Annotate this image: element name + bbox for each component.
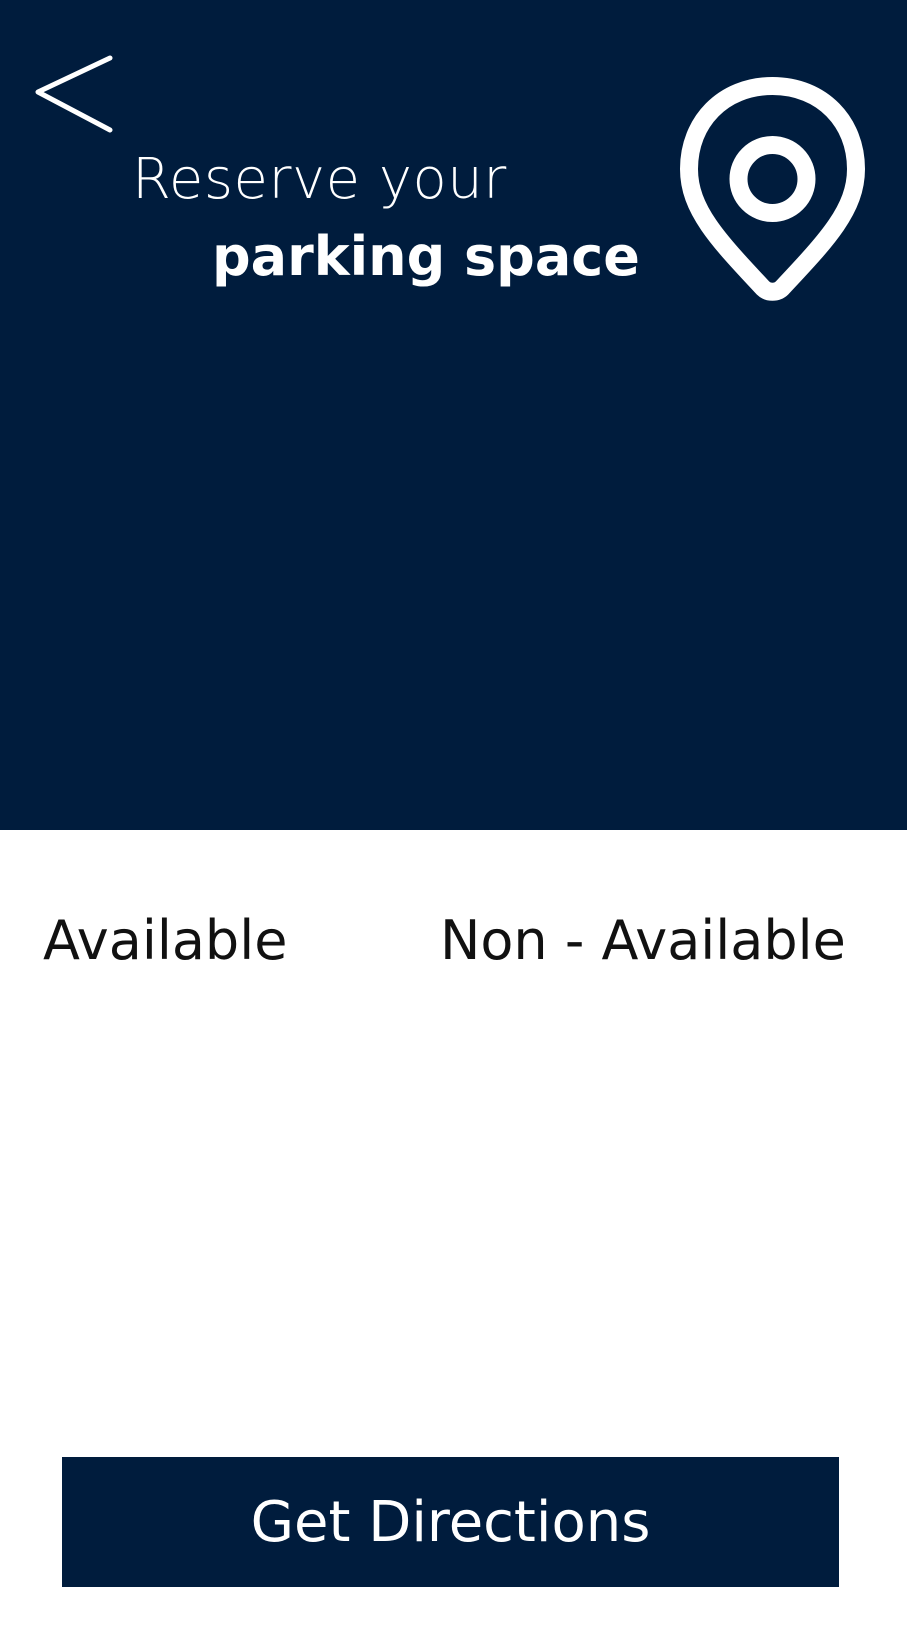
back-button[interactable] bbox=[30, 50, 120, 140]
availability-legend: Available Non - Available bbox=[0, 909, 907, 980]
reserve-parking-screen: Reserve your parking space Available Non… bbox=[0, 0, 907, 1630]
map-pin-icon bbox=[680, 77, 865, 301]
page-title-line1: Reserve your bbox=[132, 147, 507, 212]
header-panel: Reserve your parking space bbox=[0, 0, 907, 830]
page-title-line2: parking space bbox=[212, 225, 640, 288]
legend-available-label: Available bbox=[43, 909, 288, 972]
legend-non-available-label: Non - Available bbox=[440, 909, 846, 972]
chevron-left-icon bbox=[35, 55, 113, 133]
get-directions-button[interactable]: Get Directions bbox=[62, 1457, 839, 1587]
